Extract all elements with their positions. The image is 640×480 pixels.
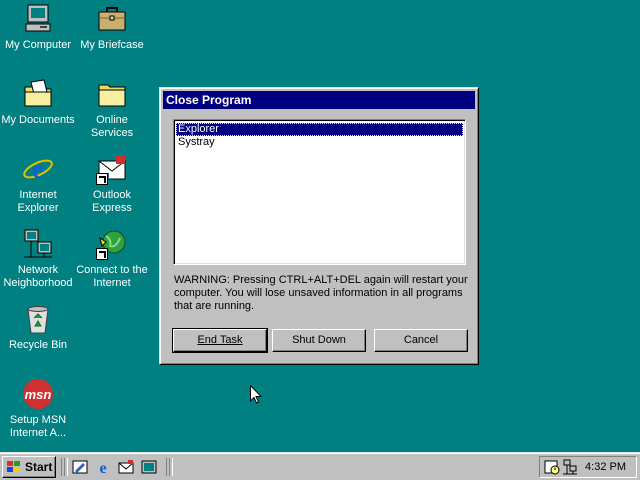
shut-down-label: Shut Down (292, 334, 346, 346)
internet-explorer-icon[interactable]: e (95, 459, 111, 475)
recycle-bin-icon (22, 303, 54, 335)
desktop-icon-label: Network Neighborhood (3, 264, 73, 289)
show-desktop-icon[interactable] (72, 459, 88, 475)
start-label: Start (25, 460, 53, 474)
cancel-button[interactable]: Cancel (374, 329, 468, 352)
desktop-icon-label: My Documents (1, 114, 75, 126)
quick-launch-separator (169, 458, 173, 476)
my-computer-icon (22, 3, 54, 35)
mouse-cursor-icon (250, 385, 262, 404)
close-program-dialog: Close Program Explorer Systray WARNING: … (159, 87, 479, 365)
desktop-icon-network-neighborhood[interactable]: Network Neighborhood (0, 228, 76, 290)
desktop-icon-my-briefcase[interactable]: My Briefcase (74, 3, 150, 52)
svg-text:e: e (32, 155, 44, 184)
desktop-icon-outlook-express[interactable]: Outlook Express (74, 153, 150, 215)
quick-launch-separator (64, 458, 68, 476)
cancel-label: Cancel (403, 334, 439, 346)
shortcut-arrow-icon (96, 248, 108, 260)
network-tray-icon[interactable] (562, 459, 578, 475)
svg-text:e: e (99, 460, 106, 475)
shut-down-button[interactable]: Shut Down (272, 329, 366, 352)
desktop-icon-connect-to-internet[interactable]: Connect to the Internet (74, 228, 150, 290)
shortcut-arrow-icon (96, 173, 108, 185)
desktop-icon-internet-explorer[interactable]: e Internet Explorer (0, 153, 76, 215)
connect-internet-icon (96, 228, 128, 260)
desktop-icon-my-documents[interactable]: My Documents (0, 78, 76, 127)
warning-text: WARNING: Pressing CTRL+ALT+DEL again wil… (174, 274, 468, 312)
briefcase-icon (96, 3, 128, 35)
desktop-icon-online-services[interactable]: Online Services (74, 78, 150, 140)
clock[interactable]: 4:32 PM (585, 457, 626, 477)
outlook-express-icon[interactable] (118, 459, 134, 475)
network-icon (22, 228, 54, 260)
dialog-title-bar[interactable]: Close Program (163, 91, 475, 109)
desktop-icon-label: My Computer (4, 39, 72, 51)
folder-documents-icon (22, 78, 54, 110)
program-list[interactable]: Explorer Systray (173, 119, 466, 265)
end-task-label: End Task (197, 334, 243, 346)
channels-icon[interactable] (141, 459, 157, 475)
windows-logo-icon (7, 461, 20, 472)
system-tray: 4:32 PM (539, 456, 637, 478)
desktop-icon-recycle-bin[interactable]: Recycle Bin (0, 303, 76, 352)
list-item[interactable]: Explorer (176, 123, 463, 136)
desktop-icon-label: Recycle Bin (8, 339, 68, 351)
taskbar: Start e 4:32 PM (0, 452, 640, 480)
dialog-title: Close Program (166, 93, 252, 107)
msn-icon: msn (22, 378, 54, 410)
start-button[interactable]: Start (2, 456, 56, 478)
scheduler-icon[interactable] (544, 459, 560, 475)
list-item[interactable]: Systray (176, 136, 463, 149)
outlook-express-icon (96, 153, 128, 185)
desktop-icon-label: Internet Explorer (17, 189, 59, 214)
desktop-icon-label: Setup MSN Internet A... (9, 414, 67, 439)
desktop-icon-my-computer[interactable]: My Computer (0, 3, 76, 52)
desktop-icon-setup-msn[interactable]: msn Setup MSN Internet A... (0, 378, 76, 440)
end-task-button[interactable]: End Task (172, 328, 268, 353)
svg-text:msn: msn (25, 387, 52, 402)
desktop-icon-label: My Briefcase (80, 39, 144, 51)
folder-icon (96, 78, 128, 110)
desktop-icon-label: Online Services (90, 114, 134, 139)
desktop-icon-label: Connect to the Internet (76, 264, 148, 289)
internet-explorer-icon: e (22, 153, 54, 185)
desktop-icon-label: Outlook Express (92, 189, 132, 214)
